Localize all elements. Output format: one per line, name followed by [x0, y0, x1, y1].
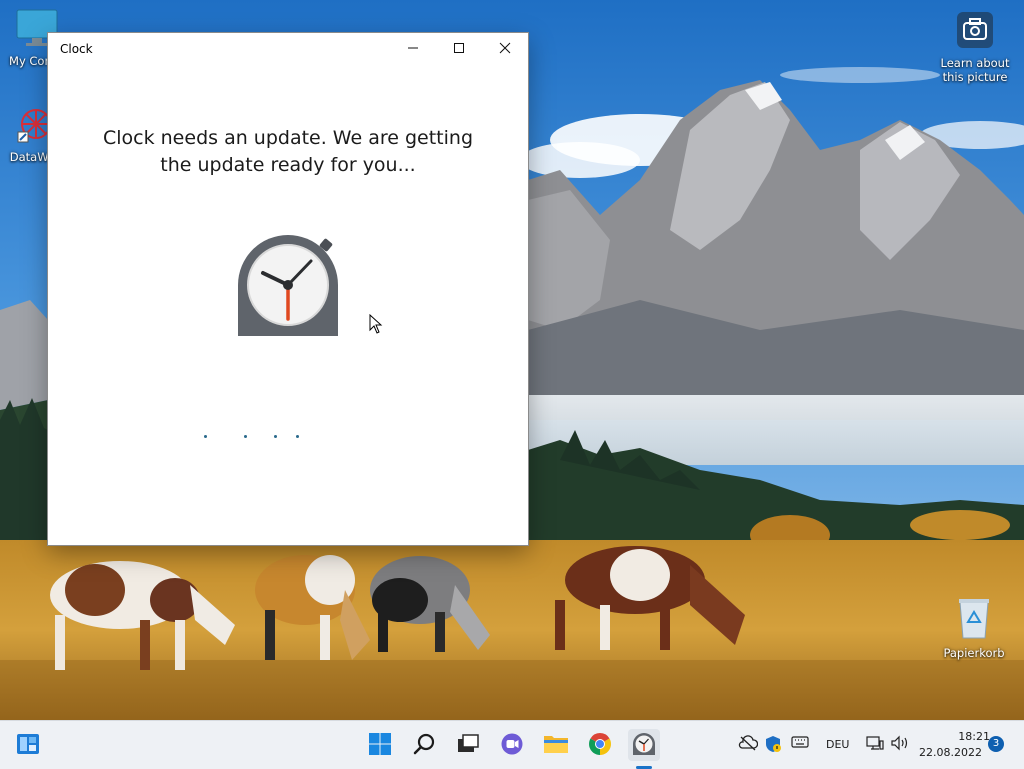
taskbar-time[interactable]: 18:21 — [940, 730, 990, 743]
maximize-button[interactable] — [436, 33, 482, 65]
widgets-icon — [16, 732, 40, 759]
volume-icon[interactable] — [890, 735, 910, 754]
widgets-button[interactable] — [12, 729, 44, 761]
start-button[interactable] — [364, 729, 396, 761]
chat-icon — [500, 732, 524, 759]
notification-count-badge[interactable]: 3 — [988, 736, 1004, 752]
loading-dot — [204, 435, 207, 438]
chrome-icon — [588, 732, 612, 759]
mouse-pointer-icon — [369, 313, 383, 337]
taskbar-date[interactable]: 22.08.2022 — [918, 746, 982, 759]
learn-about-line1: Learn about — [940, 56, 1010, 70]
title-bar[interactable]: Clock — [48, 33, 528, 65]
clock-app-icon — [632, 732, 656, 759]
input-language-indicator[interactable]: DEU — [826, 738, 849, 751]
onedrive-offline-icon[interactable] — [738, 735, 759, 754]
taskbar: DEU 18:21 22.08.2022 — [0, 720, 1024, 769]
loading-dot — [244, 435, 247, 438]
update-message: Clock needs an update. We are getting th… — [88, 125, 488, 179]
loading-dot — [296, 435, 299, 438]
learn-about-picture[interactable]: Learn about this picture — [930, 10, 1020, 84]
minimize-button[interactable] — [390, 33, 436, 65]
task-view-icon — [456, 732, 480, 759]
task-view-button[interactable] — [452, 729, 484, 761]
loading-dot — [274, 435, 277, 438]
search-icon — [412, 732, 436, 759]
recycle-bin-icon — [954, 599, 994, 643]
file-explorer-button[interactable] — [540, 729, 572, 761]
file-explorer-icon — [543, 732, 569, 759]
chat-button[interactable] — [496, 729, 528, 761]
close-icon — [499, 42, 511, 57]
clock-taskbar-button[interactable] — [628, 729, 660, 761]
maximize-icon — [453, 42, 465, 57]
network-icon[interactable] — [866, 735, 884, 754]
windows-security-icon[interactable] — [764, 735, 782, 756]
desktop-icon-label: Papierkorb — [943, 646, 1005, 660]
clock-app-window[interactable]: Clock Clock needs an update. We are gett… — [48, 33, 528, 545]
keyboard-icon[interactable] — [791, 735, 809, 752]
learn-about-line2: this picture — [942, 70, 1008, 84]
chrome-button[interactable] — [584, 729, 616, 761]
camera-icon — [955, 12, 995, 53]
windows-start-icon — [368, 732, 392, 759]
clock-app-logo-icon — [237, 235, 339, 340]
update-message-line2: the update ready for you... — [160, 154, 416, 176]
close-button[interactable] — [482, 33, 528, 65]
loading-indicator — [198, 433, 378, 443]
window-title: Clock — [60, 42, 93, 56]
update-message-line1: Clock needs an update. We are getting — [102, 127, 474, 149]
recycle-bin-desktop-icon[interactable]: Papierkorb — [936, 596, 1012, 660]
search-button[interactable] — [408, 729, 440, 761]
minimize-icon — [407, 42, 419, 57]
